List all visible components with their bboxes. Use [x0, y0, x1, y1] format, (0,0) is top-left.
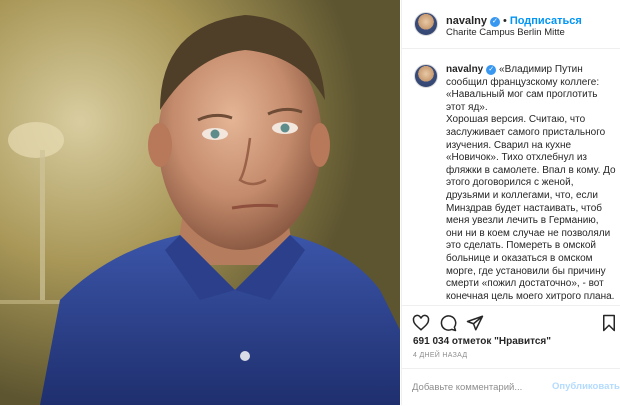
avatar[interactable]	[414, 12, 438, 36]
location-link[interactable]: Charite Campus Berlin Mitte	[446, 27, 565, 38]
publish-button[interactable]: Опубликовать	[552, 381, 620, 392]
likes-count[interactable]: 691 034 отметок "Нравится"	[413, 336, 551, 347]
separator-dot: •	[502, 15, 507, 27]
username-link[interactable]: navalny	[446, 15, 487, 27]
caption-username-link[interactable]: navalny	[446, 64, 483, 75]
comment-input[interactable]	[412, 379, 542, 395]
bookmark-icon[interactable]	[600, 314, 618, 332]
post-side-panel: navalny ✓ • Подписаться Charite Campus Berl…	[401, 0, 620, 405]
share-icon[interactable]	[466, 314, 484, 332]
post-timestamp[interactable]: 4 ДНЕЙ НАЗАД	[413, 352, 467, 359]
post-caption: navalny ✓ «Владимир Путин сообщил француз…	[446, 64, 616, 301]
verified-badge-icon: ✓	[486, 65, 497, 75]
post-header: navalny ✓ • Подписаться Charite Campus Berl…	[402, 0, 620, 49]
action-bar	[402, 305, 620, 340]
comments-area[interactable]: navalny ✓ «Владимир Путин сообщил француз…	[412, 58, 617, 301]
post-photo[interactable]	[0, 0, 400, 405]
follow-button[interactable]: Подписаться	[510, 15, 582, 27]
caption-avatar[interactable]	[414, 64, 438, 88]
caption-text: «Владимир Путин сообщил французскому кол…	[446, 64, 616, 301]
portrait-illustration	[0, 0, 400, 405]
heart-icon[interactable]	[412, 314, 430, 332]
verified-badge-icon: ✓	[489, 17, 500, 27]
comment-form: Опубликовать	[402, 368, 620, 406]
comment-icon[interactable]	[439, 314, 457, 332]
